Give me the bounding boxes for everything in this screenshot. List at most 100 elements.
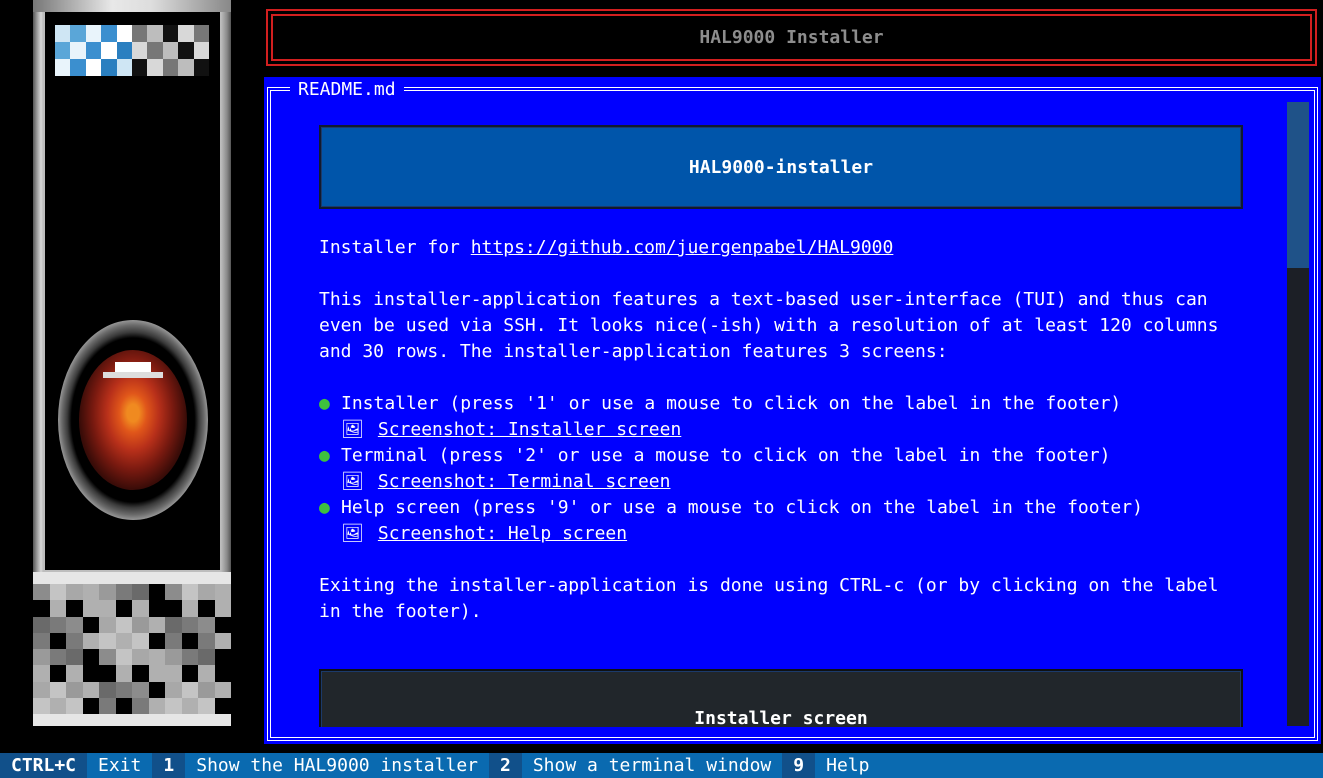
speaker-pixel — [99, 632, 116, 649]
screenshot-link-installer[interactable]: 🖼 Screenshot: Installer screen — [341, 417, 1243, 443]
speaker-pixel — [214, 697, 231, 714]
footer-exit-button[interactable]: Exit — [87, 753, 152, 778]
footer-help-button[interactable]: Help — [815, 753, 880, 778]
speaker-pixel — [115, 632, 132, 649]
readme-content: HAL9000-installer Installer for https://… — [319, 125, 1243, 727]
readme-panel-title: README.md — [290, 79, 404, 101]
image-icon: 🖼 — [341, 523, 364, 544]
section-heading-text: Installer screen — [694, 708, 868, 727]
description-paragraph: This installer-application features a te… — [319, 289, 1219, 362]
speaker-pixel — [181, 649, 198, 666]
speaker-pixel — [214, 681, 231, 698]
speaker-pixel — [148, 632, 165, 649]
app-header: HAL9000 Installer — [266, 9, 1317, 66]
nameplate-pixel — [178, 59, 194, 76]
hal-eye-glint — [114, 362, 151, 372]
screenshot-link-help[interactable]: 🖼 Screenshot: Help screen — [341, 521, 1243, 547]
bullet-icon: ● — [319, 497, 330, 518]
vertical-scrollbar[interactable] — [1287, 102, 1309, 726]
nameplate-pixel — [70, 25, 86, 42]
speaker-pixel — [82, 616, 99, 633]
speaker-pixel — [198, 665, 215, 682]
speaker-pixel — [82, 681, 99, 698]
speaker-pixel — [148, 600, 165, 617]
speaker-pixel — [66, 665, 83, 682]
nameplate-pixel — [178, 25, 194, 42]
hal-speaker-grille — [33, 572, 231, 726]
hal-frame — [33, 0, 231, 572]
speaker-pixel — [66, 697, 83, 714]
nameplate-pixel — [85, 42, 102, 59]
list-item: ● Terminal (press '2' or use a mouse to … — [319, 443, 1243, 495]
nameplate-pixel — [85, 59, 102, 76]
speaker-pixel — [148, 649, 165, 666]
scrollbar-thumb[interactable] — [1287, 102, 1309, 268]
speaker-pixel — [66, 616, 83, 633]
speaker-pixel — [132, 616, 149, 633]
screenshot-link-label: Screenshot: Terminal screen — [377, 471, 671, 492]
speaker-pixel — [82, 584, 99, 601]
nameplate-pixel — [131, 42, 148, 59]
speaker-pixel — [66, 649, 83, 666]
nameplate-pixel — [193, 25, 209, 42]
nameplate-pixel — [162, 59, 179, 76]
nameplate-pixel — [193, 59, 209, 76]
hal-eye-icon — [45, 310, 220, 530]
speaker-pixel — [66, 632, 83, 649]
speaker-pixel — [33, 649, 50, 666]
speaker-pixel — [66, 681, 83, 698]
speaker-pixel — [214, 584, 231, 601]
speaker-pixel — [148, 681, 165, 698]
speaker-pixel — [165, 649, 182, 666]
nameplate-pixel — [178, 42, 194, 59]
nameplate-pixel — [116, 59, 132, 76]
app-title: HAL9000 Installer — [699, 27, 884, 48]
footer-terminal-button[interactable]: Show a terminal window — [522, 753, 782, 778]
bullet-icon: ● — [319, 445, 330, 466]
speaker-pixel — [82, 600, 99, 617]
speaker-pixel — [115, 600, 132, 617]
readme-panel[interactable]: README.md HAL9000-installer Installer fo… — [264, 77, 1321, 744]
footer-key-9[interactable]: 9 — [782, 753, 816, 778]
speaker-pixel — [115, 616, 132, 633]
screenshot-link-terminal[interactable]: 🖼 Screenshot: Terminal screen — [341, 469, 1243, 495]
screenshot-link-label: Screenshot: Installer screen — [377, 419, 682, 440]
speaker-pixel — [115, 697, 132, 714]
image-icon: 🖼 — [341, 471, 364, 492]
speaker-pixel — [33, 600, 50, 617]
speaker-pixel — [132, 697, 149, 714]
intro-prefix: Installer for — [319, 237, 471, 258]
speaker-pixel — [115, 649, 132, 666]
github-link[interactable]: https://github.com/juergenpabel/HAL9000 — [471, 237, 894, 258]
speaker-pixel — [198, 616, 215, 633]
speaker-pixel — [214, 649, 231, 666]
speaker-pixel — [49, 649, 66, 666]
speaker-pixel — [165, 632, 182, 649]
speaker-pixel — [198, 600, 215, 617]
footer-key-2[interactable]: 2 — [489, 753, 522, 778]
list-item: ● Help screen (press '9' or use a mouse … — [319, 495, 1243, 547]
footer-installer-button[interactable]: Show the HAL9000 installer — [185, 753, 489, 778]
nameplate-pixel — [70, 59, 86, 76]
speaker-pixel — [33, 616, 50, 633]
screenshot-link-label: Screenshot: Help screen — [377, 523, 628, 544]
speaker-pixel — [181, 681, 198, 698]
image-icon: 🖼 — [341, 419, 364, 440]
footer-key-1[interactable]: 1 — [152, 753, 186, 778]
footer-key-ctrl-c[interactable]: CTRL+C — [0, 753, 88, 778]
hal-nameplate — [55, 25, 209, 76]
speaker-pixel — [165, 616, 182, 633]
speaker-pixel — [82, 632, 99, 649]
speaker-pixel — [198, 649, 215, 666]
nameplate-pixel — [193, 42, 209, 59]
speaker-pixel — [214, 616, 231, 633]
nameplate-pixel — [116, 25, 132, 42]
readme-heading: HAL9000-installer — [319, 125, 1243, 209]
speaker-pixel — [148, 616, 165, 633]
speaker-pixel — [148, 665, 165, 682]
footer-bar: CTRL+C Exit 1 Show the HAL9000 installer 2 Sh… — [0, 753, 1323, 778]
feature-text: Terminal (press '2' or use a mouse to cl… — [341, 445, 1111, 466]
hal-eye-ring — [57, 320, 208, 520]
nameplate-pixel — [147, 42, 163, 59]
speaker-pixel — [99, 600, 116, 617]
